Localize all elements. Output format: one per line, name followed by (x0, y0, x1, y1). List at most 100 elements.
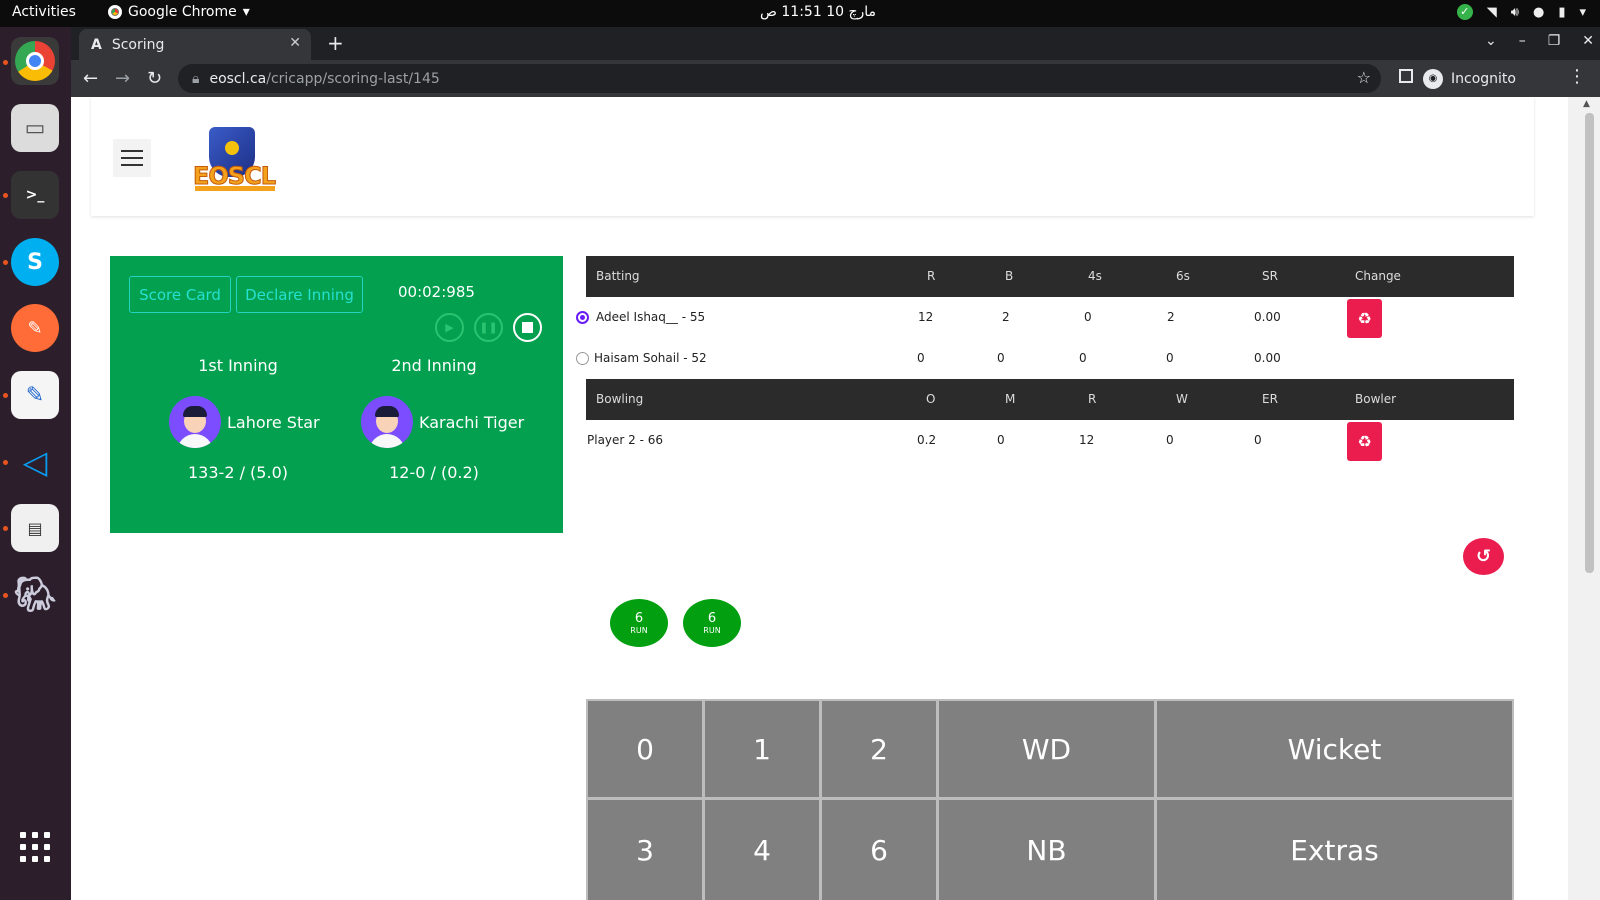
volume-icon[interactable]: 🔊︎ (1511, 5, 1519, 20)
bowler-runs: 12 (1079, 433, 1095, 447)
minimize-icon[interactable]: – (1519, 33, 1526, 49)
batter-sixes: 2 (1167, 310, 1175, 324)
batting-header-row: Batting R B 4s 6s SR Change (586, 256, 1514, 297)
bowling-header-name: Bowling (596, 392, 644, 406)
running-indicator (3, 526, 8, 531)
batter-balls: 2 (1002, 310, 1010, 324)
change-batter-button[interactable]: ♻ (1347, 299, 1382, 338)
batter-fours: 0 (1084, 310, 1092, 324)
key-no-ball[interactable]: NB (939, 800, 1154, 900)
postman-launcher-icon[interactable]: ✎ (11, 304, 59, 352)
document-viewer-launcher-icon[interactable]: ▤ (11, 504, 59, 552)
bowling-table: Bowling O M R W ER Bowler Player 2 - 66 … (586, 379, 1514, 461)
recycle-icon: ♻ (1357, 309, 1372, 328)
play-icon[interactable]: ▶ (435, 313, 464, 342)
key-wicket[interactable]: Wicket (1157, 701, 1512, 797)
back-icon[interactable]: ← (83, 68, 98, 89)
close-window-icon[interactable]: ✕ (1582, 33, 1594, 49)
dock: ▭ >_ S ✎ ✎ ◁ ▤ 🐘︎ (0, 27, 71, 900)
side-panel-icon[interactable] (1399, 69, 1413, 83)
declare-inning-button[interactable]: Declare Inning (236, 276, 363, 313)
key-4[interactable]: 4 (705, 800, 819, 900)
incognito-indicator[interactable]: ◉ Incognito (1423, 66, 1516, 91)
text-editor-launcher-icon[interactable]: ✎ (11, 371, 59, 419)
key-6[interactable]: 6 (822, 800, 936, 900)
running-indicator (3, 393, 8, 398)
change-bowler-button[interactable]: ♻ (1347, 422, 1382, 461)
url-path: /cricapp/scoring-last/145 (266, 70, 440, 87)
undo-button[interactable]: ↺ (1463, 538, 1504, 575)
lock-icon[interactable]: 🔒︎ (192, 71, 199, 87)
non-striker-radio[interactable] (576, 352, 589, 365)
system-top-bar: Activities Google Chrome ▾ مارچ 10 11:51… (0, 0, 1600, 27)
skype-launcher-icon[interactable]: S (11, 238, 59, 286)
key-extras[interactable]: Extras (1157, 800, 1512, 900)
pause-icon[interactable]: ❚❚ (474, 313, 503, 342)
first-inning-score: 133-2 / (5.0) (188, 463, 288, 482)
innings-panel: Score Card Declare Inning 00:02:985 ▶ ❚❚… (110, 256, 563, 533)
key-0[interactable]: 0 (588, 701, 702, 797)
security-shield-icon[interactable]: ✓ (1456, 4, 1473, 20)
chrome-icon (108, 5, 122, 19)
terminal-launcher-icon[interactable]: >_ (11, 171, 59, 219)
bowling-header-economy: ER (1262, 392, 1278, 406)
bowling-row: Player 2 - 66 0.2 0 12 0 0 ♻ (586, 420, 1514, 461)
tab-favicon-icon: A (91, 36, 102, 53)
batter-name: Haisam Sohail - 52 (594, 351, 707, 365)
tab-search-icon[interactable]: ⌄ (1485, 33, 1497, 49)
new-tab-button[interactable]: + (327, 31, 344, 55)
batting-row-striker: Adeel Ishaq__ - 55 12 2 0 2 0.00 ♻ (576, 297, 1514, 338)
key-wide[interactable]: WD (939, 701, 1154, 797)
scrollbar-thumb[interactable] (1585, 113, 1594, 573)
battery-icon[interactable]: ▮ (1558, 5, 1565, 20)
chrome-launcher-icon[interactable] (11, 37, 59, 85)
system-tray[interactable]: ✓ ◥ 🔊︎ ● ▮ ▾ (1456, 4, 1586, 20)
running-indicator (3, 60, 8, 65)
key-2[interactable]: 2 (822, 701, 936, 797)
recent-ball-chip: 6 RUN (683, 599, 741, 647)
striker-radio[interactable] (576, 311, 589, 324)
close-tab-icon[interactable]: ✕ (289, 35, 301, 51)
score-card-button[interactable]: Score Card (129, 276, 231, 313)
activities-button[interactable]: Activities (12, 4, 76, 20)
match-timer: 00:02:985 (398, 283, 475, 301)
batter-runs: 12 (918, 310, 934, 324)
running-indicator (3, 260, 8, 265)
batter-sixes: 0 (1166, 351, 1174, 365)
bowling-header-bowler: Bowler (1355, 392, 1397, 406)
power-menu-icon[interactable]: ▾ (1579, 5, 1586, 20)
stop-icon[interactable] (513, 313, 542, 342)
app-menu-label: Google Chrome (128, 4, 237, 20)
clock[interactable]: مارچ 10 11:51 ص (760, 4, 876, 20)
key-1[interactable]: 1 (705, 701, 819, 797)
hamburger-menu-icon[interactable] (113, 139, 151, 177)
batting-header-balls: B (1005, 269, 1014, 283)
scroll-up-icon[interactable]: ▲ (1583, 99, 1590, 109)
chrome-menu-icon[interactable]: ⋮ (1568, 66, 1586, 87)
restore-icon[interactable]: ❐ (1548, 33, 1561, 49)
window-controls: ⌄ – ❐ ✕ (1485, 33, 1594, 49)
bowler-maidens: 0 (997, 433, 1005, 447)
microphone-icon[interactable]: ● (1533, 5, 1544, 20)
recent-ball-chip: 6 RUN (610, 599, 668, 647)
batter-runs: 0 (917, 351, 925, 365)
app-menu[interactable]: Google Chrome ▾ (108, 4, 250, 20)
page-scrollbar[interactable]: ▲ (1568, 97, 1600, 900)
show-applications-icon[interactable] (20, 832, 50, 862)
running-indicator (3, 460, 8, 465)
files-launcher-icon[interactable]: ▭ (11, 104, 59, 152)
forward-icon[interactable]: → (115, 68, 130, 89)
vscode-launcher-icon[interactable]: ◁ (11, 438, 59, 486)
team-avatar-icon (361, 396, 413, 448)
wifi-icon[interactable]: ◥ (1487, 5, 1497, 20)
address-bar[interactable]: 🔒︎ eoscl.ca/cricapp/scoring-last/145 ☆ (178, 64, 1381, 93)
incognito-label: Incognito (1451, 70, 1516, 87)
key-3[interactable]: 3 (588, 800, 702, 900)
reload-icon[interactable]: ↻ (147, 68, 162, 89)
postgres-launcher-icon[interactable]: 🐘︎ (11, 571, 59, 619)
tab-scoring[interactable]: A Scoring ✕ (79, 29, 311, 60)
eoscl-logo[interactable]: EOSCL (191, 127, 277, 191)
batting-header-change: Change (1355, 269, 1401, 283)
bowling-header-runs: R (1088, 392, 1097, 406)
bookmark-star-icon[interactable]: ☆ (1357, 68, 1371, 87)
